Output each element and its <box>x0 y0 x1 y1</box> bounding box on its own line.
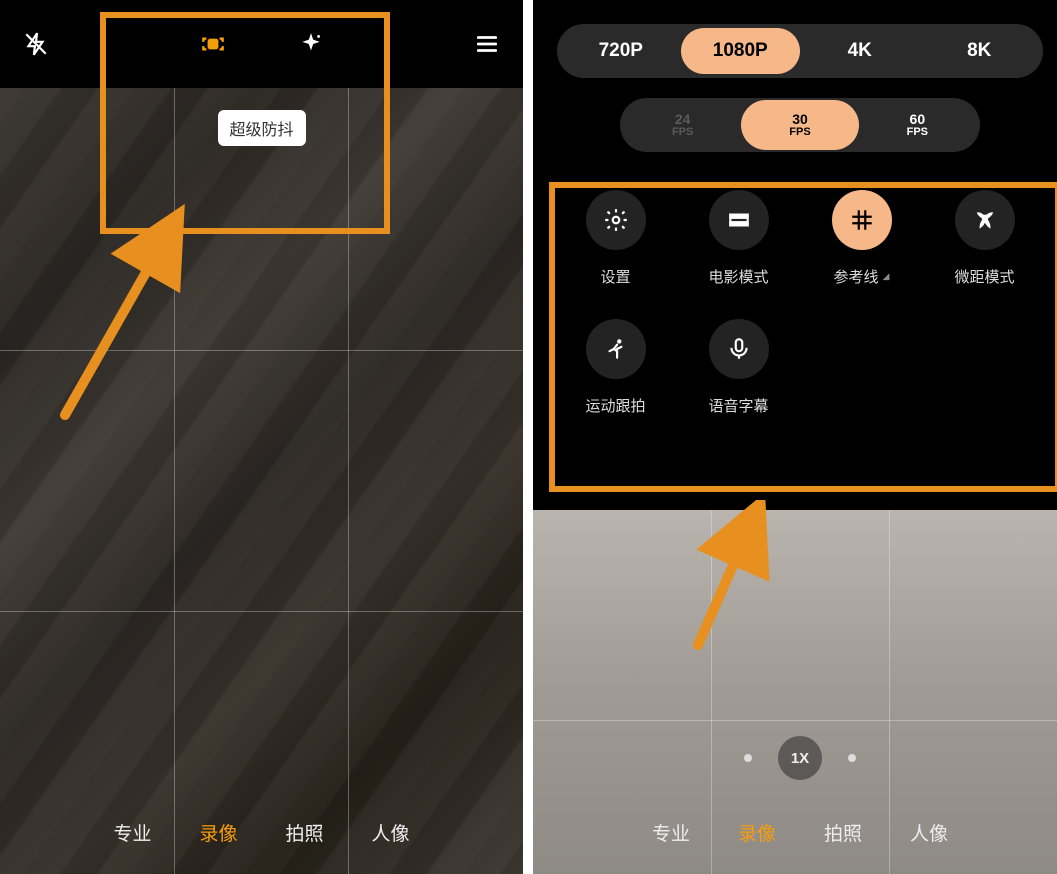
fps-value: 24 <box>675 111 691 127</box>
option-voice-subtitles[interactable]: 语音字幕 <box>686 319 791 416</box>
fps-selector: 24 FPS 30 FPS 60 FPS <box>620 98 980 152</box>
topbar-center-group <box>199 30 325 58</box>
option-settings[interactable]: 设置 <box>563 190 668 287</box>
stabilization-icon[interactable] <box>199 30 227 58</box>
runner-icon <box>586 319 646 379</box>
mic-icon <box>709 319 769 379</box>
option-guidelines[interactable]: 参考线 ◢ <box>809 190 914 287</box>
mode-video[interactable]: 录像 <box>738 819 776 846</box>
zoom-dot <box>744 754 752 762</box>
gear-icon <box>586 190 646 250</box>
mode-video[interactable]: 录像 <box>199 819 237 846</box>
caret-icon: ◢ <box>883 271 890 282</box>
flower-icon <box>955 190 1015 250</box>
mode-pro[interactable]: 专业 <box>113 819 151 846</box>
resolution-1080p[interactable]: 1080P <box>681 28 801 74</box>
fps-value: 60 <box>910 111 926 127</box>
zoom-dot <box>848 754 856 762</box>
grid-line <box>533 720 1057 721</box>
fps-24: 24 FPS <box>624 100 741 150</box>
resolution-4k[interactable]: 4K <box>800 28 920 74</box>
video-settings-panel: 720P 1080P 4K 8K 24 FPS 30 FPS 60 FPS <box>533 0 1057 510</box>
mode-strip: 专业 录像 拍照 人像 <box>533 819 1057 846</box>
camera-topbar <box>0 0 523 88</box>
option-cinema-mode[interactable]: 电影模式 <box>686 190 791 287</box>
fps-label: FPS <box>859 127 976 139</box>
stabilization-chip: 超级防抖 <box>217 110 305 146</box>
mode-photo[interactable]: 拍照 <box>824 819 862 846</box>
option-label: 运动跟拍 <box>585 395 645 416</box>
menu-icon[interactable] <box>473 30 501 58</box>
mode-photo[interactable]: 拍照 <box>286 819 324 846</box>
resolution-720p[interactable]: 720P <box>561 28 681 74</box>
option-label: 语音字幕 <box>708 395 768 416</box>
resolution-8k[interactable]: 8K <box>920 28 1040 74</box>
mode-portrait[interactable]: 人像 <box>910 819 948 846</box>
sparkle-icon[interactable] <box>297 30 325 58</box>
rect-icon <box>709 190 769 250</box>
option-motion-tracking[interactable]: 运动跟拍 <box>563 319 668 416</box>
fps-label: FPS <box>624 127 741 139</box>
options-grid: 设置 电影模式 参考线 ◢ 微距模 <box>533 152 1057 436</box>
fps-value: 30 <box>792 111 808 127</box>
mode-portrait[interactable]: 人像 <box>372 819 410 846</box>
option-label: 电影模式 <box>708 266 768 287</box>
zoom-value[interactable]: 1X <box>778 736 822 780</box>
fps-30[interactable]: 30 FPS <box>741 100 858 150</box>
phone-screenshot-left: 超级防抖 专业 录像 拍照 人像 <box>0 0 523 874</box>
option-label: 设置 <box>600 266 630 287</box>
grid-line <box>0 611 523 612</box>
viewfinder <box>0 88 523 874</box>
grid-icon <box>832 190 892 250</box>
grid-line <box>348 88 349 874</box>
option-label: 参考线 ◢ <box>834 266 890 287</box>
grid-line <box>174 88 175 874</box>
option-macro-mode[interactable]: 微距模式 <box>932 190 1037 287</box>
option-label: 微距模式 <box>954 266 1014 287</box>
zoom-control[interactable]: 1X <box>744 736 856 780</box>
grid-line <box>0 350 523 351</box>
phone-screenshot-right: 720P 1080P 4K 8K 24 FPS 30 FPS 60 FPS <box>533 0 1057 874</box>
fps-label: FPS <box>741 127 858 139</box>
flash-off-icon[interactable] <box>22 30 50 58</box>
mode-strip: 专业 录像 拍照 人像 <box>0 819 523 846</box>
resolution-selector: 720P 1080P 4K 8K <box>557 24 1043 78</box>
fps-60[interactable]: 60 FPS <box>859 100 976 150</box>
mode-pro[interactable]: 专业 <box>652 819 690 846</box>
